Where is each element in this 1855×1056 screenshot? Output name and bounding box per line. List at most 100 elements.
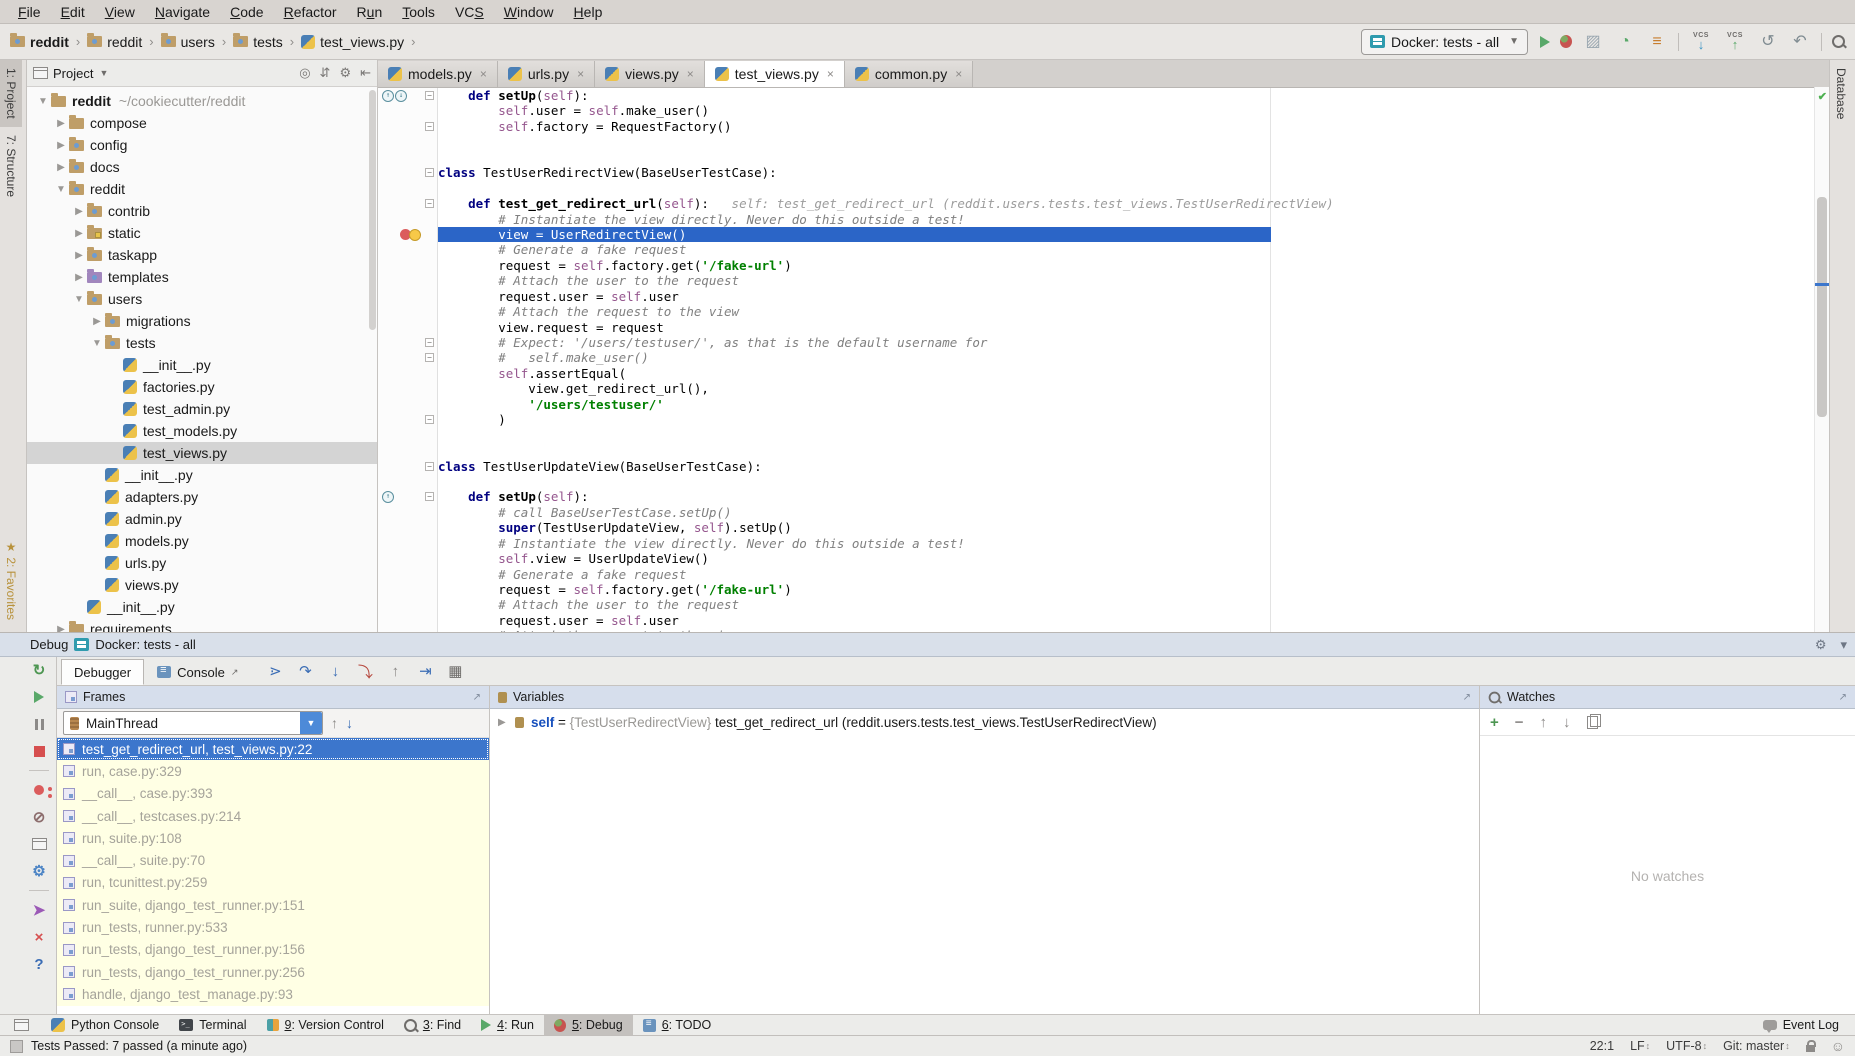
- code-line[interactable]: # Attach the user to the request: [378, 597, 1829, 612]
- code-line[interactable]: [378, 134, 1829, 149]
- frame-row[interactable]: run, tcunittest.py:259: [57, 872, 489, 894]
- hide-icon[interactable]: ⇤: [360, 65, 371, 81]
- search-everywhere-icon[interactable]: [1832, 35, 1845, 48]
- tab-console[interactable]: Console↗: [144, 659, 251, 685]
- float-panel-icon[interactable]: ↗: [473, 692, 481, 703]
- code-line[interactable]: − def test_get_redirect_url(self): self:…: [378, 196, 1829, 211]
- intention-bulb-icon[interactable]: [409, 229, 421, 241]
- profiler-icon[interactable]: ◔: [1614, 31, 1636, 53]
- frame-row[interactable]: run_suite, django_test_runner.py:151: [57, 894, 489, 916]
- toolwindow-button-4-run[interactable]: 4: Run: [471, 1015, 544, 1036]
- fold-marker-icon[interactable]: −: [425, 338, 434, 347]
- collapse-arrow-icon[interactable]: ▼: [35, 96, 51, 107]
- line-separator-select[interactable]: LF↕: [1630, 1039, 1650, 1053]
- float-panel-icon[interactable]: ↗: [1839, 692, 1847, 703]
- fold-marker-icon[interactable]: −: [425, 199, 434, 208]
- tree-item-test_models-py[interactable]: test_models.py: [27, 420, 377, 442]
- duplicate-watch-icon[interactable]: [1587, 716, 1598, 729]
- code-line[interactable]: [378, 443, 1829, 458]
- vcs-commit-icon[interactable]: VCS↑: [1723, 32, 1747, 51]
- expand-arrow-icon[interactable]: ▶: [89, 316, 105, 327]
- help-icon[interactable]: ?: [34, 956, 43, 973]
- move-watch-up-icon[interactable]: ↑: [1540, 714, 1548, 731]
- evaluate-expression-icon[interactable]: ▦: [445, 662, 465, 680]
- close-tab-icon[interactable]: ×: [827, 67, 834, 81]
- code-line[interactable]: # Instantiate the view directly. Never d…: [378, 536, 1829, 551]
- code-line[interactable]: self.user = self.make_user(): [378, 103, 1829, 118]
- fold-marker-icon[interactable]: −: [425, 168, 434, 177]
- expand-arrow-icon[interactable]: ▶: [53, 624, 69, 633]
- tree-item-compose[interactable]: ▶compose: [27, 112, 377, 134]
- git-branch-select[interactable]: Git: master↕: [1723, 1039, 1790, 1053]
- code-line[interactable]: # Generate a fake request: [378, 567, 1829, 582]
- expand-arrow-icon[interactable]: ▶: [53, 140, 69, 151]
- rerun-icon[interactable]: ↻: [33, 661, 46, 679]
- tree-item-__init__-py[interactable]: __init__.py: [27, 464, 377, 486]
- code-line[interactable]: # Attach the user to the request: [378, 273, 1829, 288]
- frame-down-icon[interactable]: ↓: [346, 715, 353, 731]
- tool-stripe-1-project[interactable]: 1: Project: [0, 60, 22, 127]
- pin-icon[interactable]: ➤: [33, 901, 46, 919]
- close-tab-icon[interactable]: ×: [687, 67, 694, 81]
- tree-item-__init__-py[interactable]: __init__.py: [27, 354, 377, 376]
- step-into-my-code-icon[interactable]: ⤵: [355, 661, 375, 682]
- menu-edit[interactable]: Edit: [51, 4, 95, 20]
- tool-window-switcher-icon[interactable]: [14, 1019, 29, 1031]
- frame-row[interactable]: __call__, testcases.py:214: [57, 805, 489, 827]
- code-line[interactable]: # Instantiate the view directly. Never d…: [378, 212, 1829, 227]
- collapse-arrow-icon[interactable]: ▼: [71, 294, 87, 305]
- open-in-new-window-icon[interactable]: ↗: [231, 667, 239, 678]
- code-line[interactable]: request.user = self.user: [378, 289, 1829, 304]
- tree-item-config[interactable]: ▶config: [27, 134, 377, 156]
- frame-row[interactable]: run_tests, django_test_runner.py:156: [57, 939, 489, 961]
- run-icon[interactable]: [1540, 36, 1550, 48]
- tool-stripe-7-structure[interactable]: 7: Structure: [0, 127, 22, 205]
- breadcrumb-item[interactable]: reddit: [87, 34, 142, 50]
- view-breakpoints-icon[interactable]: [34, 785, 44, 795]
- tree-item-adapters-py[interactable]: adapters.py: [27, 486, 377, 508]
- local-history-icon[interactable]: ↺: [1757, 31, 1779, 53]
- code-line[interactable]: − # Expect: '/users/testuser/', as that …: [378, 335, 1829, 350]
- show-execution-point-icon[interactable]: ⋗: [265, 662, 285, 680]
- expand-arrow-icon[interactable]: ▶: [71, 228, 87, 239]
- tab-urls-py[interactable]: urls.py×: [498, 61, 595, 87]
- code-line[interactable]: request = self.factory.get('/fake-url'): [378, 258, 1829, 273]
- expand-arrow-icon[interactable]: ▶: [53, 118, 69, 129]
- expand-arrow-icon[interactable]: ▶: [71, 206, 87, 217]
- fold-marker-icon[interactable]: −: [425, 415, 434, 424]
- tree-item-factories-py[interactable]: factories.py: [27, 376, 377, 398]
- close-tab-icon[interactable]: ×: [955, 67, 962, 81]
- menu-run[interactable]: Run: [347, 4, 393, 20]
- menu-code[interactable]: Code: [220, 4, 273, 20]
- tree-item-contrib[interactable]: ▶contrib: [27, 200, 377, 222]
- rollback-icon[interactable]: ↶: [1789, 31, 1811, 53]
- frame-row[interactable]: run, case.py:329: [57, 760, 489, 782]
- variable-row[interactable]: ▶ self = {TestUserRedirectView} test_get…: [490, 709, 1479, 735]
- tool-stripe-2-favorites[interactable]: ★ 2: Favorites: [0, 532, 22, 628]
- inspections-ok-icon[interactable]: ✔: [1818, 90, 1827, 103]
- code-line[interactable]: [378, 428, 1829, 443]
- code-line[interactable]: request.user = self.user: [378, 613, 1829, 628]
- tree-item-requirements[interactable]: ▶requirements: [27, 618, 377, 632]
- run-configuration-select[interactable]: Docker: tests - all ▼: [1361, 29, 1528, 55]
- chevron-down-icon[interactable]: ▼: [300, 712, 322, 734]
- add-watch-icon[interactable]: +: [1490, 714, 1499, 731]
- toolwindow-button-3-find[interactable]: 3: Find: [394, 1015, 471, 1036]
- code-line[interactable]: view.get_redirect_url(),: [378, 381, 1829, 396]
- tab-debugger[interactable]: Debugger: [61, 659, 144, 685]
- fold-marker-icon[interactable]: −: [425, 122, 434, 131]
- hector-icon[interactable]: ☺: [1831, 1038, 1845, 1054]
- code-line[interactable]: super(TestUserUpdateView, self).setUp(): [378, 520, 1829, 535]
- code-line[interactable]: request = self.factory.get('/fake-url'): [378, 582, 1829, 597]
- code-line[interactable]: − self.factory = RequestFactory(): [378, 119, 1829, 134]
- move-watch-down-icon[interactable]: ↓: [1563, 714, 1571, 731]
- expand-arrow-icon[interactable]: ▶: [71, 272, 87, 283]
- code-line[interactable]: view.request = request: [378, 320, 1829, 335]
- hide-icon[interactable]: ▾: [1840, 637, 1847, 653]
- encoding-select[interactable]: UTF-8↕: [1666, 1039, 1707, 1053]
- tree-item-reddit[interactable]: ▼reddit~/cookiecutter/reddit: [27, 90, 377, 112]
- overrides-method-icon[interactable]: ↑: [382, 491, 394, 503]
- pause-icon[interactable]: [35, 719, 44, 730]
- frame-up-icon[interactable]: ↑: [331, 715, 338, 731]
- tree-item-reddit[interactable]: ▼reddit: [27, 178, 377, 200]
